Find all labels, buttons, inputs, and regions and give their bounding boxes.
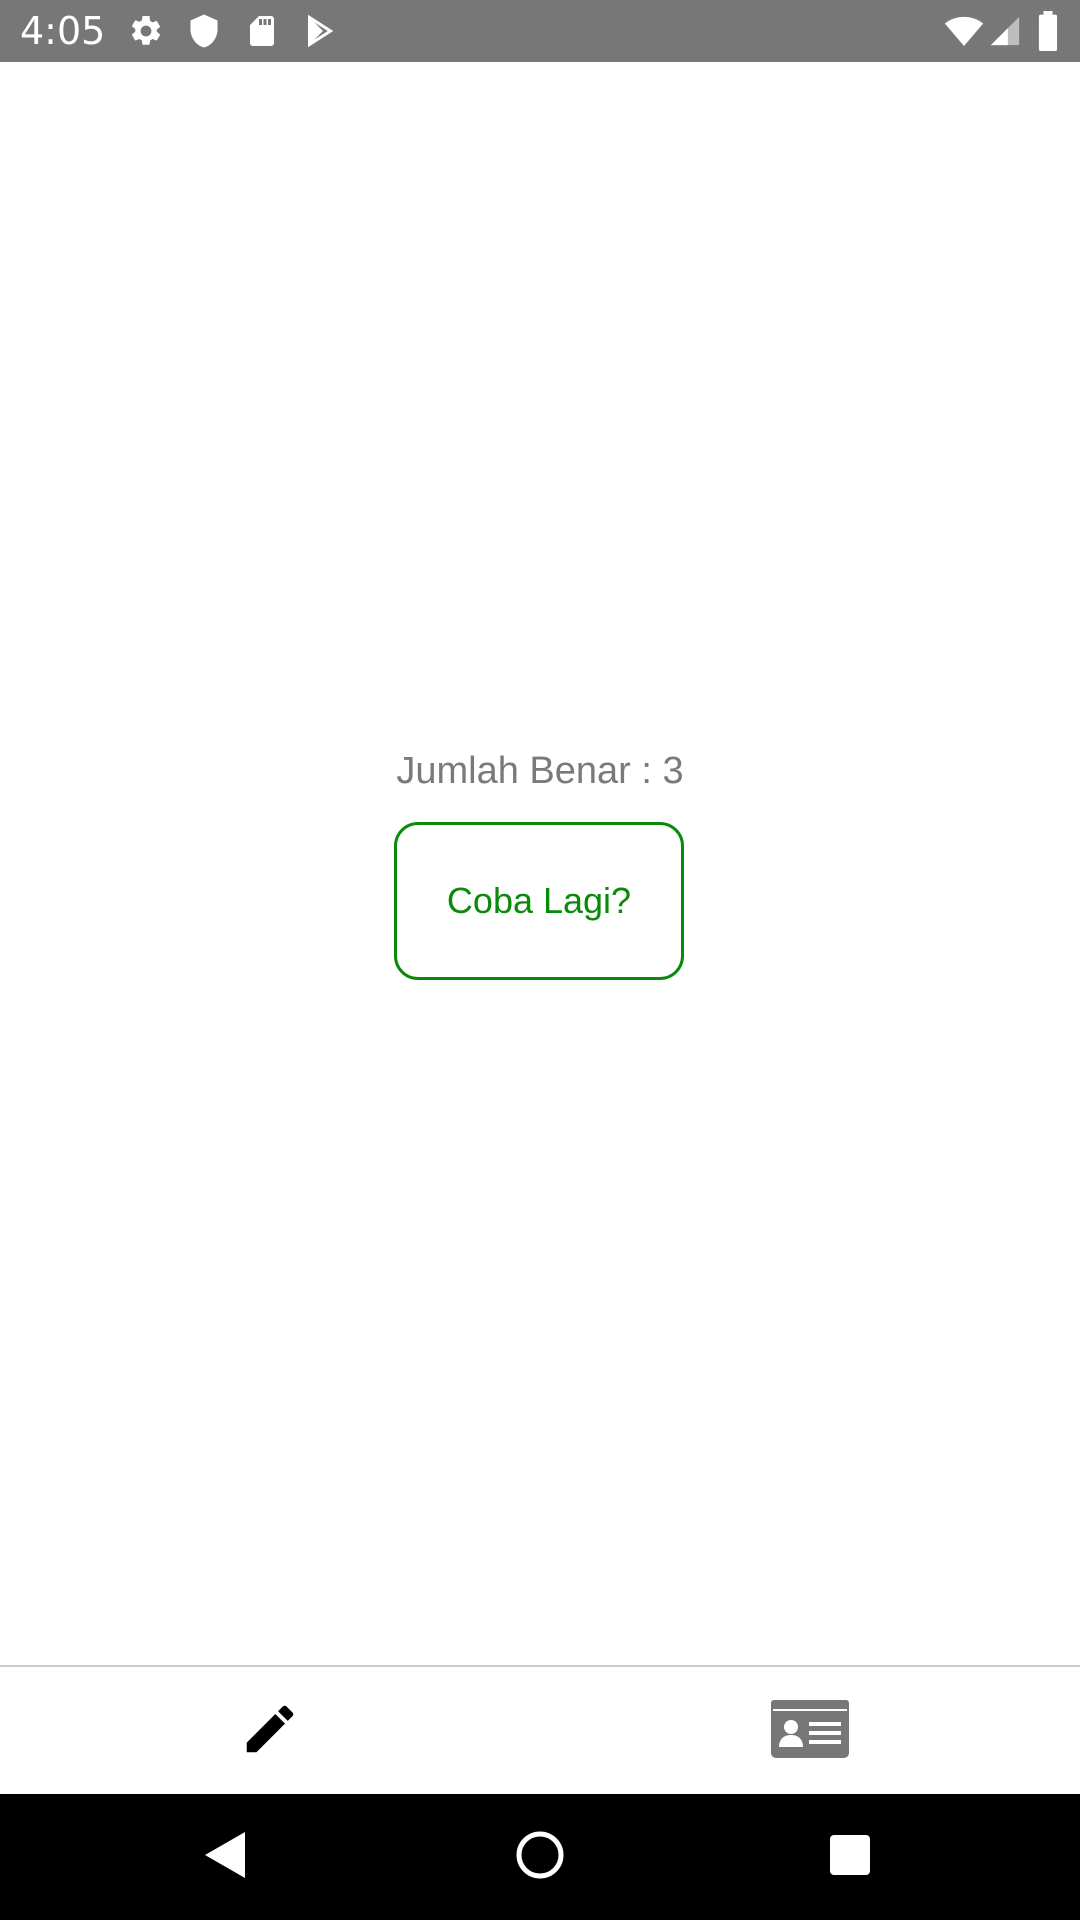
nav-item-quiz[interactable] — [0, 1667, 540, 1794]
status-bar: 4:05 — [0, 0, 1080, 62]
wifi-icon — [944, 11, 984, 51]
play-store-icon — [302, 13, 338, 49]
pencil-icon — [239, 1698, 301, 1764]
score-text: Jumlah Benar : 3 — [396, 750, 684, 792]
home-button[interactable] — [505, 1822, 575, 1892]
back-icon — [203, 1830, 249, 1884]
back-button[interactable] — [191, 1822, 261, 1892]
main-content: Jumlah Benar : 3 Coba Lagi? — [0, 62, 1080, 1665]
bottom-nav — [0, 1665, 1080, 1794]
battery-icon — [1036, 11, 1060, 51]
system-nav-bar — [0, 1794, 1080, 1920]
nav-item-profile[interactable] — [540, 1667, 1080, 1794]
status-time: 4:05 — [20, 9, 106, 53]
sd-card-icon — [244, 13, 280, 49]
retry-button[interactable]: Coba Lagi? — [394, 822, 684, 980]
retry-button-label: Coba Lagi? — [446, 880, 632, 921]
cell-signal-icon — [988, 11, 1022, 51]
shield-icon — [186, 13, 222, 49]
recents-icon — [829, 1834, 871, 1880]
id-card-icon — [771, 1699, 849, 1762]
home-icon — [515, 1830, 565, 1884]
recents-button[interactable] — [815, 1822, 885, 1892]
settings-icon — [128, 13, 164, 49]
